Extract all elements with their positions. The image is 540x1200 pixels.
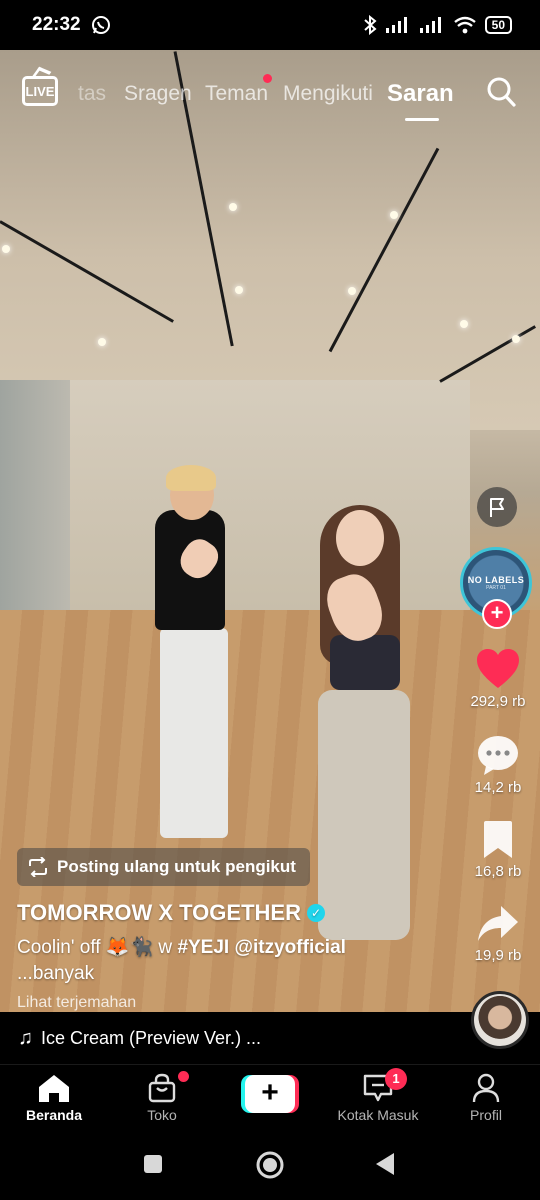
- tab-partial[interactable]: tas: [78, 82, 106, 106]
- shopping-bag-icon: [148, 1073, 176, 1103]
- tab-mengikuti[interactable]: Mengikuti: [283, 82, 373, 106]
- comment-button[interactable]: 14,2 rb: [458, 734, 538, 796]
- nav-profile-label: Profil: [470, 1107, 502, 1123]
- music-title: Ice Cream (Preview Ver.) ...: [41, 1027, 262, 1048]
- nav-shop[interactable]: Toko: [112, 1073, 212, 1123]
- ceiling-light: [348, 287, 356, 295]
- album-title: NO LABELS: [467, 575, 525, 585]
- tab-sragen[interactable]: Sragen: [124, 82, 192, 106]
- nav-inbox-label: Kotak Masuk: [337, 1107, 419, 1123]
- see-translation-link[interactable]: Lihat terjemahan: [17, 994, 136, 1012]
- shop-notification-dot: [178, 1071, 189, 1082]
- repost-icon: [29, 857, 47, 877]
- favorite-button[interactable]: 16,8 rb: [458, 820, 538, 880]
- wifi-icon: [453, 16, 476, 34]
- bluetooth-icon: [363, 15, 377, 35]
- music-note-icon: ♫: [18, 1026, 33, 1049]
- status-bar: 22:32 50: [0, 0, 540, 50]
- heart-icon: [477, 649, 519, 688]
- repost-label: Posting ulang untuk pengikut: [57, 857, 296, 876]
- report-flag-button[interactable]: [477, 487, 517, 527]
- flag-icon: [490, 498, 504, 517]
- home-circle-icon[interactable]: [255, 1150, 285, 1180]
- inbox-badge: 1: [385, 1068, 407, 1090]
- nav-profile[interactable]: Profil: [436, 1073, 536, 1123]
- nav-home-label: Beranda: [25, 1107, 83, 1123]
- share-count: 19,9 rb: [474, 947, 522, 964]
- ceiling-light: [229, 203, 237, 211]
- nav-shop-label: Toko: [147, 1107, 177, 1123]
- tab-saran[interactable]: Saran: [387, 80, 454, 108]
- feed-tabs: LIVE tas Sragen Teman Mengikuti Saran: [0, 60, 540, 130]
- profile-icon: [472, 1073, 500, 1103]
- caption-more[interactable]: ...banyak: [17, 963, 94, 984]
- back-triangle-icon[interactable]: [374, 1152, 396, 1176]
- like-count: 292,9 rb: [470, 693, 526, 710]
- signal-icon-2: [419, 17, 441, 33]
- music-bar[interactable]: ♫ Ice Cream (Preview Ver.) ...: [0, 1012, 540, 1064]
- nav-home[interactable]: Beranda: [4, 1073, 104, 1123]
- post-caption[interactable]: Coolin' off 🦊🐈‍⬛ w #YEJI @itzyofficial .…: [17, 935, 437, 987]
- status-time: 22:32: [32, 14, 81, 35]
- verified-badge-icon: ✓: [306, 904, 325, 922]
- system-navigation-bar: [0, 1132, 540, 1200]
- author-name-text: TOMORROW X TOGETHER: [17, 900, 301, 925]
- ceiling-light: [390, 211, 398, 219]
- album-subtitle: PART 01: [486, 585, 506, 591]
- share-button[interactable]: 19,9 rb: [458, 904, 538, 964]
- ceiling-light: [460, 320, 468, 328]
- favorite-count: 16,8 rb: [474, 863, 522, 880]
- music-disc-avatar[interactable]: [471, 991, 529, 1049]
- search-icon[interactable]: [486, 76, 516, 108]
- ceiling-light: [2, 245, 10, 253]
- tab-teman[interactable]: Teman: [205, 82, 268, 106]
- notification-dot: [263, 74, 272, 83]
- nav-inbox[interactable]: Kotak Masuk: [328, 1073, 428, 1123]
- caption-mention[interactable]: @itzyofficial: [234, 937, 345, 958]
- like-button[interactable]: 292,9 rb: [458, 648, 538, 710]
- live-button[interactable]: LIVE: [22, 76, 58, 106]
- ceiling-light: [98, 338, 106, 346]
- comment-count: 14,2 rb: [474, 779, 522, 796]
- signal-icon: [385, 17, 407, 33]
- whatsapp-icon: [91, 16, 110, 34]
- share-arrow-icon: [478, 906, 518, 941]
- plus-icon: +: [245, 1075, 295, 1113]
- follow-button[interactable]: +: [482, 599, 512, 629]
- caption-text: Coolin' off 🦊🐈‍⬛ w: [17, 937, 173, 958]
- author-name[interactable]: TOMORROW X TOGETHER ✓: [17, 900, 325, 926]
- ceiling-light: [235, 286, 243, 294]
- repost-indicator[interactable]: Posting ulang untuk pengikut: [17, 848, 310, 886]
- create-post-button[interactable]: +: [241, 1075, 299, 1113]
- video-scene-mirror: [0, 380, 72, 640]
- video-scene-wall: [70, 380, 470, 630]
- bookmark-icon: [484, 821, 512, 858]
- battery-indicator: 50: [484, 16, 512, 34]
- home-icon: [39, 1075, 69, 1102]
- caption-hashtag[interactable]: #YEJI: [177, 937, 229, 958]
- ceiling-light: [512, 335, 520, 343]
- active-tab-indicator: [405, 118, 439, 121]
- live-label: LIVE: [25, 83, 55, 99]
- recent-apps-icon[interactable]: [143, 1154, 163, 1174]
- bottom-navigation: Beranda Toko + Kotak Masuk 1 Profil: [0, 1064, 540, 1132]
- comment-icon: [478, 736, 518, 775]
